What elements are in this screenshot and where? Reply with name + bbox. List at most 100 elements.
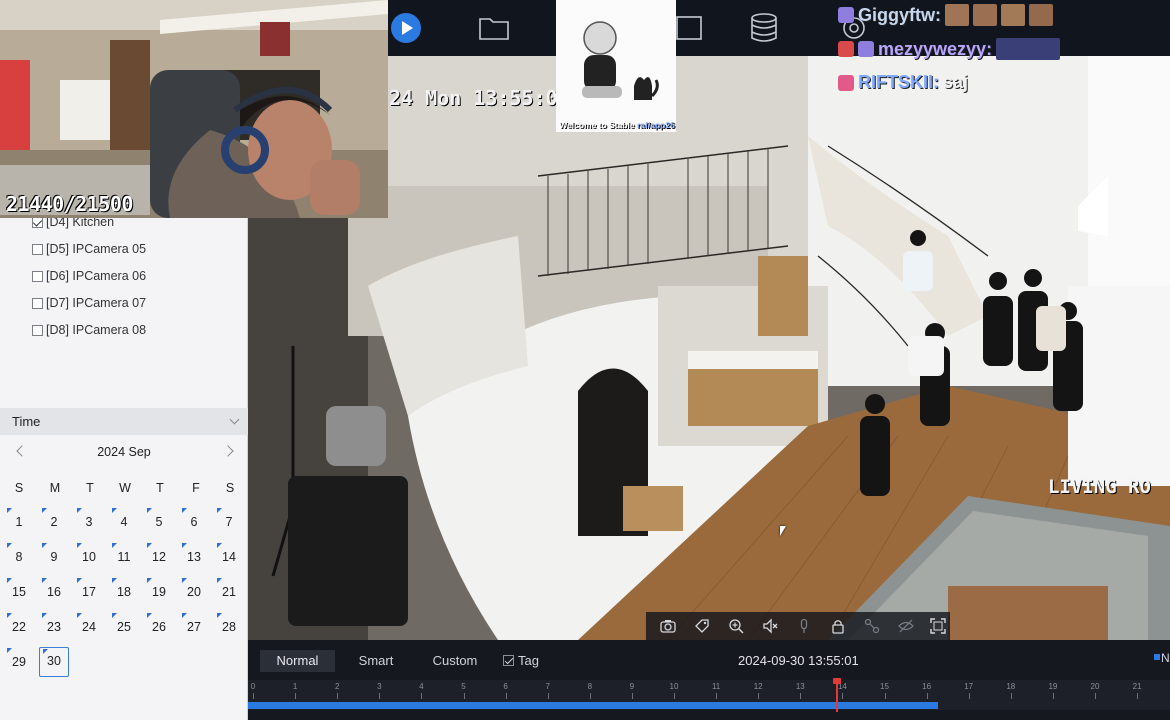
calendar-day[interactable]: 15 bbox=[4, 577, 34, 607]
database-icon[interactable] bbox=[746, 10, 782, 46]
ruler-tick bbox=[631, 693, 633, 699]
calendar-day[interactable]: 26 bbox=[144, 612, 174, 642]
calendar-day[interactable]: 4 bbox=[109, 507, 139, 537]
calendar-day[interactable]: 21 bbox=[214, 577, 244, 607]
checkbox[interactable] bbox=[32, 216, 43, 228]
ruler-hour-label: 1 bbox=[292, 682, 298, 691]
camera-label: [D8] IPCamera 08 bbox=[46, 323, 147, 337]
calendar-day[interactable]: 29 bbox=[4, 647, 34, 677]
ruler-hour-label: 9 bbox=[629, 682, 635, 691]
legend-swatch bbox=[1154, 654, 1160, 660]
eye-off-icon[interactable] bbox=[898, 618, 914, 634]
folder-icon[interactable] bbox=[476, 10, 512, 46]
ruler-hour-label: 6 bbox=[503, 682, 508, 691]
ruler-tick bbox=[968, 693, 970, 699]
weekday-label: M bbox=[49, 481, 61, 495]
boy-and-cat-sticker bbox=[582, 21, 659, 100]
chat-message: mezyywezyy: bbox=[838, 38, 1061, 60]
ruler-tick bbox=[547, 693, 549, 699]
heart-badge-icon bbox=[838, 74, 854, 91]
tag-icon[interactable] bbox=[694, 618, 710, 634]
calendar-month-label: 2024 Sep bbox=[97, 445, 151, 459]
camera-label: [D5] IPCamera 05 bbox=[46, 242, 147, 256]
calendar-day[interactable]: 7 bbox=[214, 507, 244, 537]
camera-list-item[interactable]: [D5] IPCamera 05 bbox=[32, 242, 146, 256]
calendar-day[interactable]: 19 bbox=[144, 577, 174, 607]
camera-label: [D7] IPCamera 07 bbox=[46, 296, 147, 310]
calendar-day[interactable]: 13 bbox=[179, 542, 209, 572]
calendar-day[interactable]: 8 bbox=[4, 542, 34, 572]
calendar-day[interactable]: 22 bbox=[4, 612, 34, 642]
calendar-day[interactable]: 12 bbox=[144, 542, 174, 572]
emote-icon bbox=[945, 4, 969, 26]
weekday-label: T bbox=[86, 481, 94, 495]
camera-list-item[interactable]: [D7] IPCamera 07 bbox=[32, 296, 146, 310]
camera-list-item[interactable]: [D6] IPCamera 06 bbox=[32, 269, 146, 283]
play-icon[interactable] bbox=[388, 10, 424, 46]
chat-username: mezyywezyy: bbox=[878, 38, 993, 59]
playhead[interactable] bbox=[833, 678, 841, 712]
checkbox[interactable] bbox=[32, 243, 43, 255]
ruler-tick bbox=[337, 693, 339, 699]
emote-icon bbox=[973, 4, 997, 26]
calendar-day[interactable]: 28 bbox=[214, 612, 244, 642]
stream-sticker: Welcome to Stable raf/app26 bbox=[556, 0, 676, 132]
window-icon[interactable] bbox=[671, 10, 707, 46]
link-icon[interactable] bbox=[864, 618, 880, 634]
bottom-bar: Normal Smart Custom Tag 2024-09-30 13:55… bbox=[248, 640, 1170, 720]
legend-label: N bbox=[1161, 651, 1170, 665]
mic-icon[interactable] bbox=[796, 618, 812, 634]
calendar-day[interactable]: 17 bbox=[74, 577, 104, 607]
calendar-day[interactable]: 1 bbox=[4, 507, 34, 537]
ruler-tick bbox=[505, 693, 507, 699]
calendar-day[interactable]: 10 bbox=[74, 542, 104, 572]
ruler-tick bbox=[1052, 693, 1054, 699]
playback-datetime: 2024-09-30 13:55:01 bbox=[738, 653, 859, 668]
calendar-day[interactable]: 11 bbox=[109, 542, 139, 572]
tag-toggle[interactable]: Tag bbox=[503, 653, 539, 668]
calendar-day[interactable]: 24 bbox=[74, 612, 104, 642]
calendar-day[interactable]: 5 bbox=[144, 507, 174, 537]
checkbox[interactable] bbox=[32, 297, 43, 309]
checkbox[interactable] bbox=[503, 655, 514, 666]
mute-icon[interactable] bbox=[762, 618, 778, 634]
calendar-day[interactable]: 14 bbox=[214, 542, 244, 572]
webcam-feed bbox=[0, 0, 388, 218]
camera-icon[interactable] bbox=[660, 618, 676, 634]
checkbox[interactable] bbox=[32, 324, 43, 336]
tab-normal[interactable]: Normal bbox=[260, 650, 335, 672]
calendar-day-selected[interactable]: 30 bbox=[39, 647, 69, 677]
calendar-day[interactable]: 3 bbox=[74, 507, 104, 537]
fullscreen-icon[interactable] bbox=[930, 618, 946, 634]
zoom-in-icon[interactable] bbox=[728, 618, 744, 634]
ruler-tick bbox=[758, 693, 760, 699]
emote-icon bbox=[1029, 4, 1053, 26]
ruler-tick bbox=[379, 693, 381, 699]
calendar-day[interactable]: 25 bbox=[109, 612, 139, 642]
calendar-day[interactable]: 20 bbox=[179, 577, 209, 607]
ruler-tick bbox=[842, 693, 844, 699]
calendar-day[interactable]: 27 bbox=[179, 612, 209, 642]
lock-icon[interactable] bbox=[830, 618, 846, 634]
ruler-hour-label: 12 bbox=[753, 682, 763, 691]
camera-list-item[interactable]: [D8] IPCamera 08 bbox=[32, 323, 146, 337]
time-section-header[interactable]: Time bbox=[0, 408, 248, 435]
chat-text: saj bbox=[943, 72, 969, 92]
ruler-tick bbox=[1095, 693, 1096, 699]
ruler-hour-label: 3 bbox=[377, 682, 382, 691]
calendar-day[interactable]: 18 bbox=[109, 577, 139, 607]
tab-smart[interactable]: Smart bbox=[341, 650, 411, 672]
calendar-day[interactable]: 2 bbox=[39, 507, 69, 537]
chat-username: Giggyftw: bbox=[858, 4, 941, 25]
tag-label: Tag bbox=[518, 653, 539, 668]
calendar-day[interactable]: 6 bbox=[179, 507, 209, 537]
camera-label: [D6] IPCamera 06 bbox=[46, 269, 147, 283]
calendar-day[interactable]: 9 bbox=[39, 542, 69, 572]
ruler-hour-label: 21 bbox=[1132, 682, 1142, 691]
ruler-tick bbox=[253, 693, 254, 699]
calendar-day[interactable]: 23 bbox=[39, 612, 69, 642]
ruler-hour-label: 7 bbox=[545, 682, 550, 691]
tab-custom[interactable]: Custom bbox=[420, 650, 490, 672]
calendar-day[interactable]: 16 bbox=[39, 577, 69, 607]
checkbox[interactable] bbox=[32, 270, 43, 282]
